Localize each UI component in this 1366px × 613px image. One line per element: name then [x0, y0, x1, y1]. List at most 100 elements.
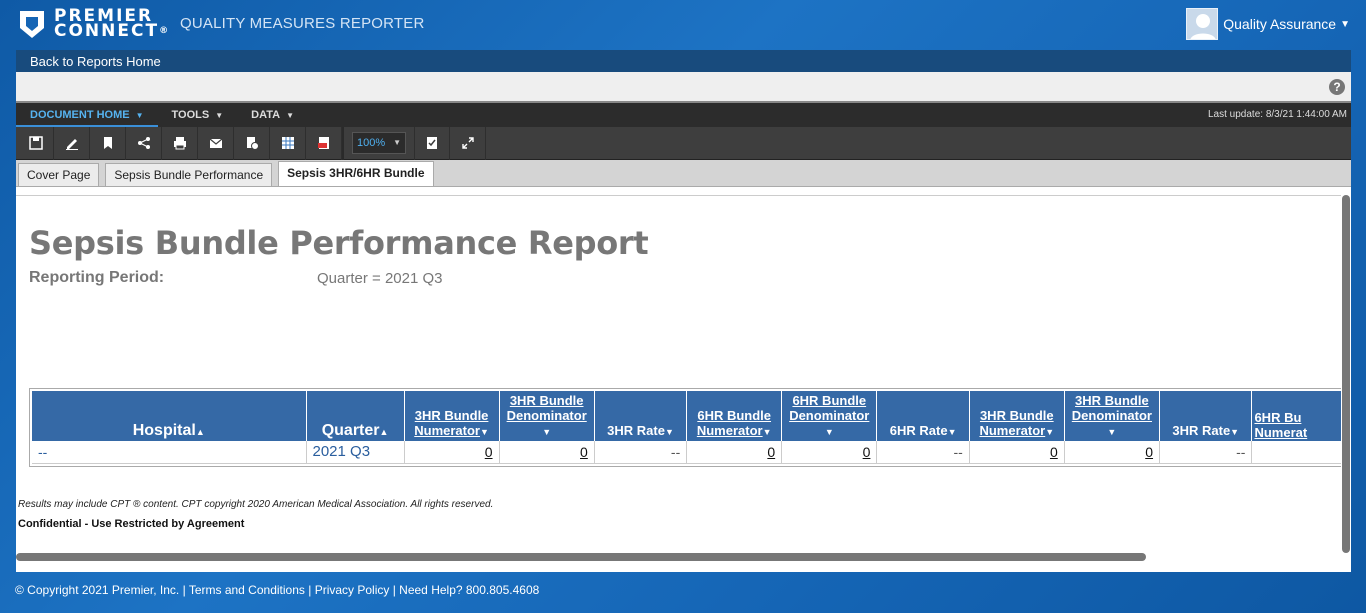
terms-link[interactable]: Terms and Conditions	[189, 583, 305, 597]
column-header-6hr-denominator[interactable]: 6HR Bundle Denominator ▼	[781, 391, 878, 441]
page-title: Sepsis Bundle Performance Report	[29, 224, 649, 262]
sort-desc-icon: ▼	[1045, 427, 1055, 437]
bookmark-button[interactable]	[90, 126, 126, 160]
quarter-cell: 2021 Q3	[306, 441, 405, 464]
tab-cover-page[interactable]: Cover Page	[18, 163, 100, 186]
sort-desc-icon: ▼	[664, 427, 674, 437]
copyright-text: © Copyright 2021 Premier, Inc.	[15, 583, 180, 597]
hospital-cell[interactable]: --	[32, 441, 307, 464]
6hr-denominator-cell[interactable]: 0	[781, 441, 878, 464]
last-update: Last update: 8/3/21 1:44:00 AM	[1208, 109, 1347, 120]
premier-connect-logo[interactable]: PREMIER CONNECT®	[16, 8, 170, 40]
report-panel: Back to Reports Home ? DOCUMENT HOME ▼ TO…	[16, 50, 1351, 572]
excel-export-icon	[281, 137, 294, 149]
sort-desc-icon: ▼	[1230, 427, 1240, 437]
toolbar-divider	[342, 126, 344, 160]
column-header-6hr-numerator-2[interactable]: 6HR Bu Numerat	[1251, 391, 1341, 441]
3hr-rate-cell-2: --	[1159, 441, 1253, 464]
6hr-numerator-cell[interactable]: 0	[686, 441, 783, 464]
help-icon[interactable]: ?	[1329, 79, 1345, 95]
results-table: Hospital▲ Quarter▲ 3HR Bundle Numerator▼ …	[32, 391, 1341, 464]
report-tabs: Cover Page Sepsis Bundle Performance Sep…	[16, 160, 1351, 187]
edit-button[interactable]	[54, 126, 90, 160]
fullscreen-button[interactable]	[450, 126, 486, 160]
chevron-down-icon: ▼	[286, 111, 294, 120]
menu-tools[interactable]: TOOLS ▼	[158, 103, 238, 127]
print-icon	[173, 137, 186, 150]
cpt-footnote: Results may include CPT ® content. CPT c…	[18, 499, 494, 510]
tab-sepsis-bundle-performance[interactable]: Sepsis Bundle Performance	[105, 163, 273, 186]
pdf-export-icon	[317, 137, 329, 149]
user-name: Quality Assurance	[1223, 16, 1337, 32]
menu-data[interactable]: DATA ▼	[237, 103, 308, 127]
horizontal-scrollbar[interactable]	[16, 553, 1146, 561]
track-changes-button[interactable]	[414, 126, 450, 160]
vertical-scrollbar[interactable]	[1342, 195, 1350, 553]
3hr-rate-cell: --	[594, 441, 688, 464]
help-bar: ?	[16, 72, 1351, 103]
3hr-numerator-cell[interactable]: 0	[404, 441, 500, 464]
premier-logo-icon	[20, 11, 44, 38]
sort-desc-icon: ▼	[1107, 427, 1117, 437]
column-header-6hr-rate[interactable]: 6HR Rate▼	[876, 391, 970, 441]
email-button[interactable]	[198, 126, 234, 160]
3hr-denominator-cell-2[interactable]: 0	[1064, 441, 1161, 464]
column-header-quarter[interactable]: Quarter▲	[306, 391, 405, 441]
user-menu[interactable]: Quality Assurance ▼	[1186, 8, 1350, 40]
track-changes-icon	[427, 137, 437, 149]
confidential-notice: Confidential - Use Restricted by Agreeme…	[18, 518, 245, 530]
privacy-link[interactable]: Privacy Policy	[315, 583, 390, 597]
export-pdf-button[interactable]	[306, 126, 342, 160]
expand-icon	[461, 137, 474, 149]
bookmark-icon	[103, 137, 112, 149]
print-button[interactable]	[162, 126, 198, 160]
column-header-3hr-rate[interactable]: 3HR Rate▼	[594, 391, 688, 441]
column-header-3hr-rate-2[interactable]: 3HR Rate▼	[1159, 391, 1253, 441]
column-header-3hr-numerator[interactable]: 3HR Bundle Numerator▼	[404, 391, 500, 441]
logo-registered: ®	[159, 26, 171, 36]
sort-desc-icon: ▼	[947, 427, 957, 437]
avatar	[1186, 8, 1219, 40]
chevron-down-icon: ▼	[215, 111, 224, 120]
column-header-6hr-numerator[interactable]: 6HR Bundle Numerator▼	[686, 391, 783, 441]
edit-icon	[65, 139, 78, 150]
column-header-3hr-denominator[interactable]: 3HR Bundle Denominator ▼	[499, 391, 595, 441]
sort-desc-icon: ▼	[479, 427, 489, 437]
back-to-reports-link[interactable]: Back to Reports Home	[16, 50, 1351, 72]
results-table-container: Hospital▲ Quarter▲ 3HR Bundle Numerator▼ …	[29, 388, 1341, 467]
tab-sepsis-3hr-6hr-bundle[interactable]: Sepsis 3HR/6HR Bundle	[278, 161, 434, 186]
toolbar: 100% ▼	[16, 126, 1351, 160]
column-header-3hr-numerator-2[interactable]: 3HR Bundle Numerator▼	[969, 391, 1065, 441]
sort-desc-icon: ▼	[542, 427, 552, 437]
sort-desc-icon: ▼	[824, 427, 834, 437]
3hr-denominator-cell[interactable]: 0	[499, 441, 595, 464]
page-footer: © Copyright 2021 Premier, Inc. | Terms a…	[15, 583, 540, 597]
schedule-icon	[246, 137, 259, 150]
sort-asc-icon: ▲	[195, 427, 205, 437]
6hr-numerator-cell-2[interactable]	[1251, 441, 1341, 464]
sort-desc-icon: ▼	[762, 427, 772, 437]
help-phone: Need Help? 800.805.4608	[399, 583, 540, 597]
save-button[interactable]	[18, 126, 54, 160]
3hr-numerator-cell-2[interactable]: 0	[969, 441, 1065, 464]
chevron-down-icon: ▼	[393, 138, 401, 147]
column-header-hospital[interactable]: Hospital▲	[32, 391, 307, 441]
document-menu-bar: DOCUMENT HOME ▼ TOOLS ▼ DATA ▼ Last update:…	[16, 103, 1351, 127]
menu-document-home[interactable]: DOCUMENT HOME ▼	[16, 103, 158, 127]
logo-line-2: CONNECT	[54, 21, 160, 41]
email-icon	[209, 138, 222, 148]
schedule-button[interactable]	[234, 126, 270, 160]
share-icon	[137, 137, 150, 149]
column-header-3hr-denominator-2[interactable]: 3HR Bundle Denominator ▼	[1064, 391, 1161, 441]
chevron-down-icon: ▼	[1340, 18, 1350, 30]
export-excel-button[interactable]	[270, 126, 306, 160]
app-title: QUALITY MEASURES REPORTER	[180, 15, 425, 32]
report-content: Sepsis Bundle Performance Report Reporti…	[16, 195, 1341, 567]
sort-asc-icon: ▲	[379, 427, 389, 437]
zoom-select[interactable]: 100% ▼	[352, 132, 406, 154]
table-row: -- 2021 Q3 0 0 -- 0 0 -- 0 0 --	[32, 441, 1341, 464]
top-header: PREMIER CONNECT® QUALITY MEASURES REPORT…	[0, 0, 1366, 50]
reporting-period-value: Quarter = 2021 Q3	[317, 270, 443, 287]
reporting-period-label: Reporting Period:	[29, 269, 165, 286]
share-button[interactable]	[126, 126, 162, 160]
